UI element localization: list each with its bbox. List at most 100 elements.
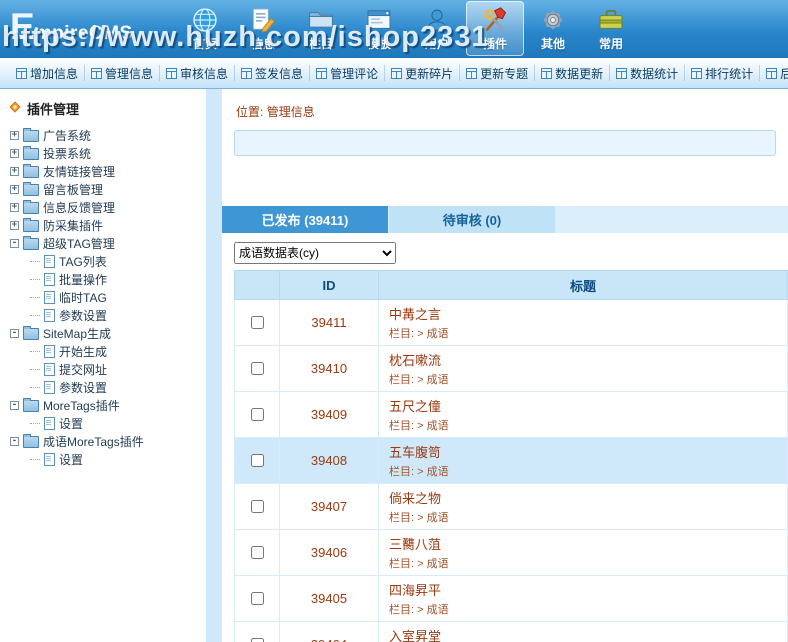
nav-item[interactable]: 排行统计 <box>685 65 760 81</box>
row-id: 39406 <box>280 530 379 576</box>
tree-node[interactable]: 参数设置 <box>6 378 206 396</box>
nav-item[interactable]: 增加信息 <box>10 65 85 81</box>
tree-node[interactable]: 设置 <box>6 450 206 468</box>
tree-node-label[interactable]: 设置 <box>59 415 83 432</box>
nav-item[interactable]: 数据更新 <box>535 65 610 81</box>
tree-toggle-icon[interactable] <box>10 437 19 446</box>
row-checkbox[interactable] <box>251 316 264 329</box>
tree-node-label[interactable]: 友情链接管理 <box>43 163 115 180</box>
row-checkbox[interactable] <box>251 546 264 559</box>
tree-node-label[interactable]: 留言板管理 <box>43 181 103 198</box>
row-checkbox[interactable] <box>251 362 264 375</box>
top-menu-item-column[interactable]: 栏目 <box>292 1 350 56</box>
tree-node[interactable]: 临时TAG <box>6 288 206 306</box>
tree-node[interactable]: MoreTags插件 <box>6 396 206 414</box>
row-category-link[interactable]: 栏目: > 成语 <box>389 371 786 387</box>
tree-node[interactable]: 批量操作 <box>6 270 206 288</box>
row-title-link[interactable]: 中冓之言 <box>389 304 786 323</box>
tree-toggle-icon[interactable] <box>10 239 19 248</box>
tree-node-label[interactable]: 参数设置 <box>59 379 107 396</box>
row-checkbox[interactable] <box>251 638 264 642</box>
tree-node-label[interactable]: 设置 <box>59 451 83 468</box>
tree-node-label[interactable]: 批量操作 <box>59 271 107 288</box>
nav-item[interactable]: 管理信息 <box>85 65 160 81</box>
row-title-link[interactable]: 四海昇平 <box>389 580 786 599</box>
tree-node-label[interactable]: 超级TAG管理 <box>43 235 115 252</box>
data-table-select[interactable]: 成语数据表(cy) <box>234 242 396 264</box>
row-category-link[interactable]: 栏目: > 成语 <box>389 325 786 341</box>
nav-item[interactable]: 签发信息 <box>235 65 310 81</box>
tree-node[interactable]: 成语MoreTags插件 <box>6 432 206 450</box>
tree-node[interactable]: 留言板管理 <box>6 180 206 198</box>
tree-node-label[interactable]: TAG列表 <box>59 253 107 270</box>
tree-node-label[interactable]: MoreTags插件 <box>43 397 120 414</box>
tree-node-label[interactable]: 开始生成 <box>59 343 107 360</box>
tab-pending[interactable]: 待审核 (0) <box>389 206 555 233</box>
nav-item[interactable]: 管理评论 <box>310 65 385 81</box>
tab-published[interactable]: 已发布 (39411) <box>222 206 388 233</box>
row-category-link[interactable]: 栏目: > 成语 <box>389 601 786 617</box>
tree-toggle-icon[interactable] <box>10 131 19 140</box>
top-menu-item-other[interactable]: 其他 <box>524 1 582 56</box>
row-category-link[interactable]: 栏目: > 成语 <box>389 417 786 433</box>
tree-node-label[interactable]: 投票系统 <box>43 145 91 162</box>
tree-toggle-icon[interactable] <box>10 401 19 410</box>
row-title-link[interactable]: 倘来之物 <box>389 488 786 507</box>
nav-item[interactable]: 后台首页 <box>760 65 788 81</box>
top-menu-item-plugin[interactable]: 插件 <box>466 1 524 56</box>
tree-toggle-icon[interactable] <box>10 221 19 230</box>
tree-node[interactable]: 友情链接管理 <box>6 162 206 180</box>
tree-node-label[interactable]: 成语MoreTags插件 <box>43 433 144 450</box>
tree-node[interactable]: 广告系统 <box>6 126 206 144</box>
row-title-link[interactable]: 五尺之僮 <box>389 396 786 415</box>
tree-node[interactable]: 超级TAG管理 <box>6 234 206 252</box>
row-checkbox[interactable] <box>251 500 264 513</box>
tree-node[interactable]: 防采集插件 <box>6 216 206 234</box>
tree-node-label[interactable]: SiteMap生成 <box>43 325 111 342</box>
search-bar[interactable] <box>234 130 776 156</box>
row-category-link[interactable]: 栏目: > 成语 <box>389 509 786 525</box>
row-title-link[interactable]: 五车腹笥 <box>389 442 786 461</box>
breadcrumb-link[interactable]: 管理信息 <box>267 105 315 119</box>
row-checkbox[interactable] <box>251 592 264 605</box>
row-checkbox[interactable] <box>251 454 264 467</box>
nav-item[interactable]: 审核信息 <box>160 65 235 81</box>
nav-item-label: 签发信息 <box>255 65 303 82</box>
tree-node-label[interactable]: 提交网址 <box>59 361 107 378</box>
row-title-link[interactable]: 入室昇堂 <box>389 626 786 642</box>
nav-item[interactable]: 更新碎片 <box>385 65 460 81</box>
tree-node[interactable]: 信息反馈管理 <box>6 198 206 216</box>
nav-item[interactable]: 数据统计 <box>610 65 685 81</box>
top-menu-item-info[interactable]: 信息 <box>234 1 292 56</box>
table-row: 39409 五尺之僮 栏目: > 成语 <box>235 392 788 438</box>
tree-toggle-icon[interactable] <box>10 203 19 212</box>
row-title-link[interactable]: 三臡八菹 <box>389 534 786 553</box>
tree-toggle-icon[interactable] <box>10 167 19 176</box>
row-category-link[interactable]: 栏目: > 成语 <box>389 555 786 571</box>
top-menu-item-common[interactable]: 常用 <box>582 1 640 56</box>
row-title-link[interactable]: 枕石嗽流 <box>389 350 786 369</box>
folder-icon <box>23 166 39 178</box>
top-menu-item-user[interactable]: 用户 <box>408 1 466 56</box>
top-menu-item-template[interactable]: 模板 <box>350 1 408 56</box>
tree-node[interactable]: 设置 <box>6 414 206 432</box>
tree-node-label[interactable]: 临时TAG <box>59 289 107 306</box>
tree-toggle-icon[interactable] <box>10 185 19 194</box>
tree-node-label[interactable]: 信息反馈管理 <box>43 199 115 216</box>
tree-node-label[interactable]: 广告系统 <box>43 127 91 144</box>
tree-node[interactable]: TAG列表 <box>6 252 206 270</box>
row-category-link[interactable]: 栏目: > 成语 <box>389 463 786 479</box>
nav-item[interactable]: 更新专题 <box>460 65 535 81</box>
tree-node-label[interactable]: 防采集插件 <box>43 217 103 234</box>
tree-node-label[interactable]: 参数设置 <box>59 307 107 324</box>
tree-node[interactable]: 参数设置 <box>6 306 206 324</box>
tree-node[interactable]: 投票系统 <box>6 144 206 162</box>
tree-node[interactable]: 提交网址 <box>6 360 206 378</box>
tree-node[interactable]: 开始生成 <box>6 342 206 360</box>
tree-node[interactable]: SiteMap生成 <box>6 324 206 342</box>
top-menu-item-home[interactable]: 首页 <box>176 1 234 56</box>
row-checkbox[interactable] <box>251 408 264 421</box>
tree-toggle-icon[interactable] <box>10 329 19 338</box>
row-title-cell: 四海昇平 栏目: > 成语 <box>379 576 788 622</box>
tree-toggle-icon[interactable] <box>10 149 19 158</box>
